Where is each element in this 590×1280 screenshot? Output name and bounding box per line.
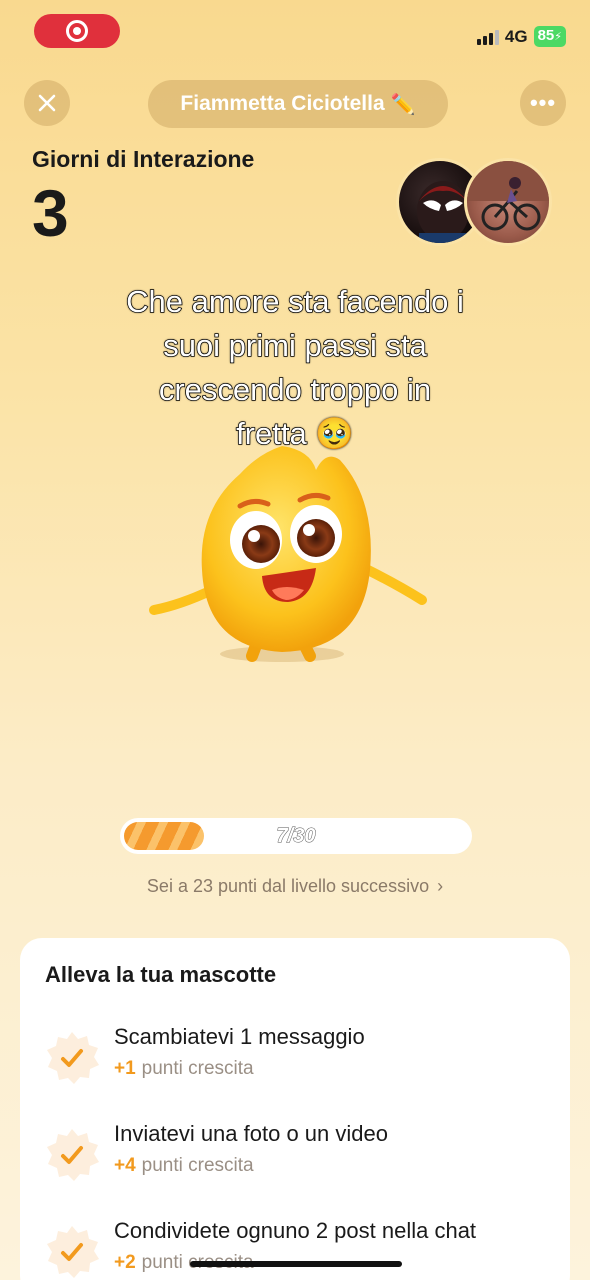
caption-line: Che amore sta facendo i (125, 283, 464, 320)
record-icon (66, 20, 88, 42)
more-button[interactable]: ••• (520, 80, 566, 126)
chevron-right-icon: › (437, 876, 444, 896)
more-icon: ••• (529, 90, 557, 115)
top-bar: Fiammetta Ciciotella ✏️ ••• (0, 80, 590, 128)
chat-name: Fiammetta Ciciotella (180, 92, 385, 115)
task-title: Inviatevi una foto o un video (114, 1121, 388, 1146)
chat-name-pill[interactable]: Fiammetta Ciciotella ✏️ (148, 80, 448, 128)
task-points: +1 punti crescita (114, 1058, 254, 1080)
battery-level: 85 (537, 27, 555, 44)
home-indicator[interactable] (190, 1261, 402, 1267)
caption-line: suoi primi passi sta (162, 327, 427, 364)
raise-mascot-card: Alleva la tua mascotte Scambiatevi 1 mes… (20, 938, 570, 1280)
points-value: +4 (114, 1155, 136, 1176)
close-button[interactable] (24, 80, 70, 126)
task-item[interactable]: Condividete ognuno 2 post nella chat +2 p… (20, 1218, 570, 1280)
card-title: Alleva la tua mascotte (45, 962, 277, 987)
task-item[interactable]: Inviatevi una foto o un video +4 punti cr… (20, 1121, 570, 1201)
task-points: +4 punti crescita (114, 1155, 254, 1177)
points-value: +2 (114, 1252, 136, 1273)
growth-progress-bar: 7/30 (120, 818, 472, 854)
screen-recording-indicator[interactable] (34, 14, 120, 48)
close-icon (38, 94, 56, 112)
avatar-group[interactable] (396, 158, 556, 248)
interaction-days-label: Giorni di Interazione (32, 146, 255, 172)
status-icons: 4G 85⚡ (476, 26, 566, 47)
mascot[interactable] (140, 440, 440, 680)
caption-line: crescendo troppo in (158, 371, 432, 408)
check-badge-icon (47, 1129, 99, 1181)
video-caption: Che amore sta facendo i suoi primi passi… (60, 280, 530, 456)
signal-icon (476, 29, 499, 45)
progress-text: 7/30 (276, 825, 316, 848)
network-type: 4G (504, 26, 528, 46)
check-badge-icon (47, 1032, 99, 1084)
interaction-days-value: 3 (32, 176, 69, 250)
avatar (464, 158, 552, 246)
points-value: +1 (114, 1058, 136, 1079)
points-unit: punti crescita (141, 1058, 254, 1079)
status-bar: 4G 85⚡ (0, 0, 590, 62)
check-badge-icon (47, 1226, 99, 1278)
next-level-text: Sei a 23 punti dal livello successivo (146, 876, 430, 896)
task-title: Scambiatevi 1 messaggio (114, 1024, 365, 1049)
next-level-link[interactable]: Sei a 23 punti dal livello successivo › (0, 876, 590, 897)
points-unit: punti crescita (141, 1155, 254, 1176)
task-item[interactable]: Scambiatevi 1 messaggio +1 punti crescita (20, 1024, 570, 1104)
pencil-icon: ✏️ (390, 93, 416, 116)
task-title: Condividete ognuno 2 post nella chat (114, 1218, 477, 1243)
battery-icon: 85⚡ (533, 26, 566, 47)
